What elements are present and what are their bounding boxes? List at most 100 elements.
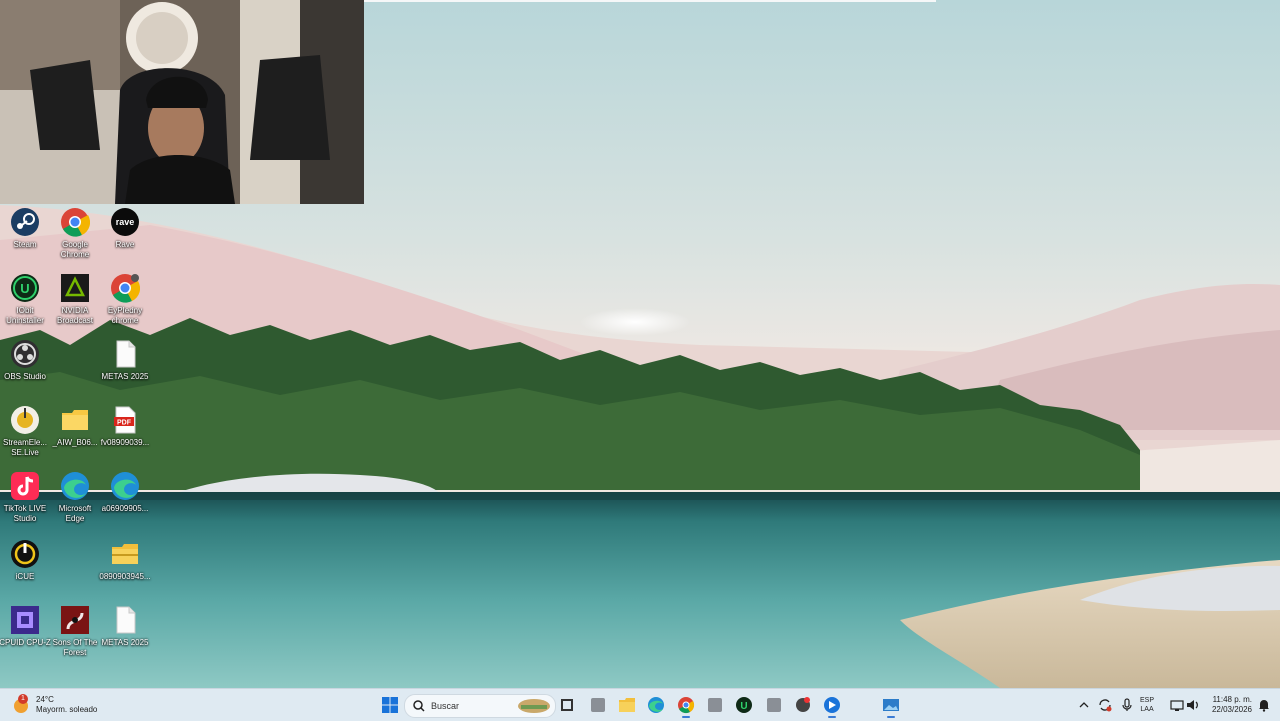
taskbar-search[interactable]: Buscar: [404, 694, 556, 718]
zip-folder-icon: [109, 538, 141, 570]
sync-icon: [1099, 699, 1112, 712]
desktop-icon-label: iCUE: [15, 572, 35, 581]
desktop-icon-label: StreamEle... SE.Live: [2, 438, 47, 457]
svg-text:U: U: [740, 701, 747, 712]
bell-icon: [1259, 700, 1269, 712]
google-chrome-shortcut[interactable]: Google Chrome: [50, 206, 100, 260]
weather-condition: Mayorm. soleado: [36, 705, 98, 714]
desktop-icon-label: TikTok LIVE Studio: [3, 504, 47, 523]
active-indicator: [682, 716, 690, 718]
start-icon: [382, 697, 398, 713]
sons-of-the-forest-icon: [59, 604, 91, 636]
obs-studio-icon: [9, 338, 41, 370]
search-placeholder: Buscar: [431, 701, 460, 711]
app-icon: [796, 697, 810, 712]
nvidia-broadcast-shortcut[interactable]: NVIDIA Broadcast: [50, 272, 100, 326]
app-icon: [767, 698, 781, 712]
tray-overflow-button[interactable]: [1074, 695, 1094, 715]
app-button-3[interactable]: [793, 695, 813, 715]
steam-shortcut[interactable]: Steam: [0, 206, 50, 250]
weather-temperature: 24°C: [36, 695, 54, 704]
language-code: ESP: [1140, 697, 1155, 704]
metas-2025-file-2-icon: [109, 604, 141, 636]
microphone-icon: [1122, 698, 1132, 711]
task-view-button[interactable]: [557, 695, 577, 715]
chrome-button[interactable]: [676, 695, 696, 718]
rave-shortcut[interactable]: rave Rave: [100, 206, 150, 250]
clock-time: 11:48 p. m.: [1212, 695, 1252, 704]
obs-studio-shortcut[interactable]: OBS Studio: [0, 338, 50, 382]
chrome-profile-icon: [109, 272, 141, 304]
active-indicator: [828, 716, 836, 718]
google-chrome-icon: [59, 206, 91, 238]
tiktok-live-studio-icon: [9, 470, 41, 502]
cpuz-shortcut[interactable]: CPUID CPU-Z: [0, 604, 51, 648]
widget-icon: [591, 698, 605, 712]
desktop-icon-label: fv08909039...: [100, 438, 150, 447]
rave-icon: rave: [109, 206, 141, 238]
svg-text:PDF: PDF: [117, 420, 132, 427]
icue-icon: [9, 538, 41, 570]
edge-file-shortcut[interactable]: a06909905...: [100, 470, 150, 514]
weather-widget[interactable]: 1 24°C Mayorm. soleado: [12, 694, 97, 716]
metas-2025-shortcut[interactable]: METAS 2025: [100, 338, 150, 382]
iobit-icon: U: [736, 697, 752, 713]
folder-shortcut[interactable]: _AIW_B06...: [50, 404, 100, 448]
volume-icon: [1187, 700, 1198, 710]
app-button-1[interactable]: [705, 695, 725, 715]
clock-date: 22/03/2026: [1211, 705, 1252, 714]
app-button-2[interactable]: [764, 695, 784, 715]
streamelements-icon: [9, 404, 41, 436]
start-button[interactable]: [380, 695, 400, 715]
iobit-button[interactable]: U: [734, 695, 754, 715]
edge-button[interactable]: [646, 695, 666, 715]
desktop-icon-label: METAS 2025: [101, 372, 149, 381]
desktop-icon-label: Steam: [13, 240, 37, 249]
chrome-profile-shortcut[interactable]: EyPIedny chrome: [100, 272, 150, 326]
desktop-icon-label: NVIDIA Broadcast: [56, 306, 94, 325]
microphone-tray-button[interactable]: [1117, 695, 1137, 715]
iobit-uninstaller-icon: U: [9, 272, 41, 304]
system-clock[interactable]: 11:48 p. m. 22/03/2026: [1212, 695, 1252, 715]
webcam-overlay: [0, 0, 364, 204]
pdf-file-shortcut[interactable]: PDF fv08909039...: [100, 404, 150, 448]
task-view-icon: [561, 699, 573, 711]
desktop-icon-label: 0890903945...: [99, 572, 151, 581]
icue-shortcut[interactable]: iCUE: [0, 538, 50, 582]
streamelements-shortcut[interactable]: StreamEle... SE.Live: [0, 404, 50, 458]
photos-icon: [883, 699, 899, 711]
notification-badge: 1: [18, 694, 28, 704]
iobit-uninstaller-shortcut[interactable]: U IObit Uninstaller: [0, 272, 50, 326]
folder-icon: [59, 404, 91, 436]
photos-button[interactable]: [880, 695, 902, 718]
desktop-icon-label: EyPIedny chrome: [107, 306, 143, 325]
language-indicator[interactable]: ESP LAA: [1140, 696, 1154, 714]
volume-tray-button[interactable]: [1183, 695, 1203, 715]
desktop-icon-label: METAS 2025: [101, 638, 149, 647]
desktop-icon-label: IObit Uninstaller: [6, 306, 44, 325]
teams-button[interactable]: [822, 695, 842, 718]
network-icon: [1170, 700, 1184, 711]
search-icon: [413, 700, 425, 712]
svg-text:rave: rave: [116, 217, 135, 227]
metas-2025-shortcut-2[interactable]: METAS 2025: [100, 604, 150, 648]
sync-tray-button[interactable]: [1095, 695, 1115, 715]
steam-icon: [9, 206, 41, 238]
desktop-icon-label: Microsoft Edge: [58, 504, 92, 523]
notification-center-button[interactable]: [1254, 695, 1274, 715]
search-highlight-icon: [518, 699, 550, 713]
active-indicator: [887, 716, 895, 718]
microsoft-edge-shortcut[interactable]: Microsoft Edge: [50, 470, 100, 524]
sons-of-the-forest-shortcut[interactable]: Sons Of The Forest: [50, 604, 100, 658]
desktop-icon-label: Rave: [115, 240, 135, 249]
widget-button[interactable]: [588, 695, 608, 715]
teams-icon: [824, 697, 840, 713]
desktop-icon-label: CPUID CPU-Z: [0, 638, 51, 647]
metas-2025-file-icon: [109, 338, 141, 370]
zip-folder-shortcut[interactable]: 0890903945...: [99, 538, 151, 582]
chrome-icon: [678, 697, 695, 714]
cpuz-icon: [9, 604, 41, 636]
desktop-icon-label: _AIW_B06...: [52, 438, 98, 447]
tiktok-live-studio-shortcut[interactable]: TikTok LIVE Studio: [0, 470, 50, 524]
file-explorer-button[interactable]: [617, 695, 637, 715]
